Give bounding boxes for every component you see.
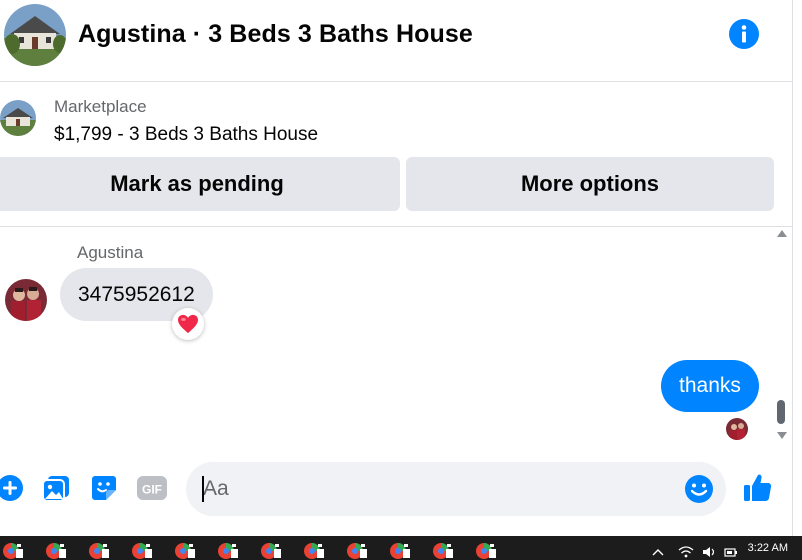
taskbar-app-icon[interactable] — [217, 540, 243, 560]
taskbar-app-icon[interactable] — [131, 540, 157, 560]
taskbar-app-icon[interactable] — [88, 540, 114, 560]
gif-icon[interactable]: GIF — [136, 472, 168, 504]
taskbar-app-icon[interactable] — [389, 540, 415, 560]
scroll-thumb[interactable] — [777, 400, 785, 424]
listing-title[interactable]: $1,799 - 3 Beds 3 Baths House — [54, 124, 318, 146]
taskbar-app-icon[interactable] — [475, 540, 501, 560]
taskbar-app-icon[interactable] — [174, 540, 200, 560]
photo-icon[interactable] — [40, 472, 72, 504]
info-icon[interactable] — [728, 18, 760, 50]
conversation-title: Agustina · 3 Beds 3 Baths House — [78, 20, 473, 48]
sticker-icon[interactable] — [88, 472, 120, 504]
messenger-window: Agustina · 3 Beds 3 Baths House Marketpl… — [0, 0, 802, 560]
system-tray: 3:22 AM — [612, 536, 802, 560]
panel-border — [792, 0, 793, 536]
volume-icon[interactable] — [702, 546, 716, 558]
conversation-header: Agustina · 3 Beds 3 Baths House — [0, 0, 792, 82]
taskbar-app-icon[interactable] — [45, 540, 71, 560]
scroll-up-arrow-icon[interactable] — [777, 230, 787, 237]
taskbar-app-icon[interactable] — [260, 540, 286, 560]
emoji-icon[interactable] — [683, 473, 715, 505]
taskbar-app-icon[interactable] — [346, 540, 372, 560]
sender-avatar[interactable] — [5, 279, 47, 321]
listing-thumbnail[interactable] — [0, 100, 36, 136]
taskbar-app-icon[interactable] — [303, 540, 329, 560]
mark-as-pending-button[interactable]: Mark as pending — [0, 157, 400, 211]
message-input[interactable] — [186, 462, 726, 516]
svg-text:GIF: GIF — [142, 483, 162, 497]
scroll-down-arrow-icon[interactable] — [777, 432, 787, 439]
seen-indicator-avatar — [726, 418, 748, 440]
plus-circle-icon[interactable] — [0, 472, 26, 504]
chevron-up-icon[interactable] — [652, 548, 664, 556]
heart-reaction-icon[interactable] — [172, 308, 204, 340]
wifi-icon[interactable] — [678, 546, 694, 558]
outgoing-message[interactable]: thanks — [661, 360, 759, 412]
taskbar-app-icon[interactable] — [2, 540, 28, 560]
message-scrollbar[interactable] — [774, 228, 790, 446]
sender-name: Agustina — [77, 243, 144, 262]
taskbar-app-icon[interactable] — [432, 540, 458, 560]
windows-taskbar: 3:22 AM — [0, 536, 802, 560]
text-cursor — [202, 476, 204, 502]
battery-icon[interactable] — [724, 546, 738, 558]
listing-source: Marketplace — [54, 97, 147, 116]
taskbar-clock[interactable]: 3:22 AM — [748, 542, 788, 554]
conversation-avatar[interactable] — [4, 4, 66, 66]
divider — [0, 226, 792, 227]
thumbs-up-icon[interactable] — [742, 472, 774, 504]
more-options-button[interactable]: More options — [406, 157, 774, 211]
